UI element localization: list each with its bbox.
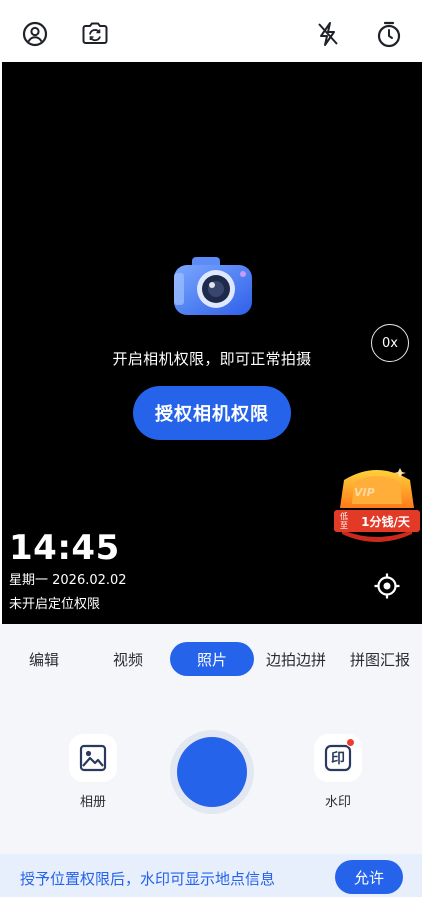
gallery-icon xyxy=(79,744,107,772)
location-notice-text: 授予位置权限后，水印可显示地点信息 xyxy=(20,870,276,888)
vip-low-label: 低 xyxy=(340,512,348,521)
album-label: 相册 xyxy=(79,795,106,810)
mode-collage-report[interactable]: 拼图汇报 xyxy=(342,642,418,676)
vip-promo-badge[interactable]: VIP 低 至 1分钱/天 xyxy=(332,460,422,550)
vip-to-label: 至 xyxy=(340,521,348,530)
vip-price: 1分钱/天 xyxy=(361,514,410,529)
watermark-date: 星期一 2026.02.02 xyxy=(9,573,127,588)
album-button[interactable] xyxy=(69,734,117,782)
shutter-core xyxy=(177,737,247,807)
mode-selector: 编辑 视频 照片 边拍边拼 拼图汇报 xyxy=(0,624,422,694)
flash-off-icon[interactable] xyxy=(313,19,343,49)
notification-dot xyxy=(346,738,355,747)
allow-button[interactable]: 允许 xyxy=(335,860,403,894)
mode-edit[interactable]: 编辑 xyxy=(12,642,76,676)
watermark-icon-glyph: 印 xyxy=(331,751,345,767)
location-notice-bar: 授予位置权限后，水印可显示地点信息 允许 xyxy=(0,854,422,897)
shutter-button[interactable] xyxy=(170,730,254,814)
mode-video[interactable]: 视频 xyxy=(96,642,160,676)
watermark-time: 14:45 xyxy=(9,528,120,568)
mode-shoot-and-stitch[interactable]: 边拍边拼 xyxy=(258,642,334,676)
timer-icon[interactable] xyxy=(374,19,404,49)
camera-icon xyxy=(170,253,256,319)
profile-icon[interactable] xyxy=(20,19,50,49)
capture-controls: 相册 印 水印 xyxy=(0,694,422,854)
camera-viewfinder[interactable]: 开启相机权限，即可正常拍摄 授权相机权限 0x VIP 低 至 1分钱/天 14… xyxy=(2,62,422,624)
location-status: 未开启定位权限 xyxy=(9,597,101,612)
watermark-label: 水印 xyxy=(324,795,351,810)
grant-camera-permission-button[interactable]: 授权相机权限 xyxy=(133,386,291,440)
permission-message: 开启相机权限，即可正常拍摄 xyxy=(112,350,312,368)
top-toolbar xyxy=(0,0,422,62)
zoom-button[interactable]: 0x xyxy=(371,324,409,362)
vip-price-banner: 低 至 1分钱/天 xyxy=(334,510,420,532)
locate-icon[interactable] xyxy=(372,571,402,601)
mode-photo[interactable]: 照片 xyxy=(170,642,254,676)
vip-label: VIP xyxy=(354,486,375,499)
switch-camera-icon[interactable] xyxy=(80,19,110,49)
